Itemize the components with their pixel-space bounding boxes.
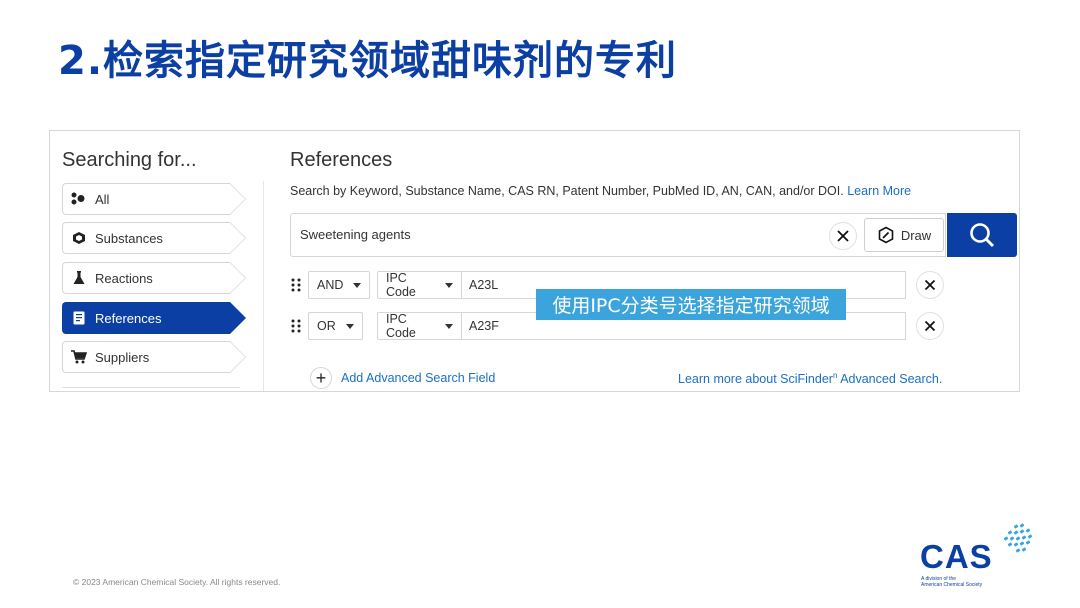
document-icon	[71, 310, 87, 326]
substance-icon	[71, 230, 87, 246]
sidebar-heading: Searching for...	[62, 149, 197, 171]
drag-handle-icon[interactable]	[290, 319, 302, 333]
operator-select[interactable]: OR	[308, 312, 363, 340]
sidebar-item-references[interactable]: References	[62, 302, 246, 334]
add-advanced-field-button[interactable]: + Add Advanced Search Field	[310, 367, 495, 389]
field-input-value: A23F	[469, 319, 499, 333]
sidebar-item-suppliers[interactable]: Suppliers	[62, 341, 246, 373]
annotation-callout: 使用IPC分类号选择指定研究领域	[536, 289, 846, 320]
caret-down-icon	[445, 282, 453, 288]
cas-logo-subtitle: A division of the American Chemical Soci…	[921, 576, 982, 588]
column-divider	[263, 181, 264, 391]
slide-title: 2.检索指定研究领域甜味剂的专利	[58, 38, 678, 84]
sidebar-item-all[interactable]: All	[62, 183, 246, 215]
close-icon	[924, 320, 936, 332]
caret-down-icon	[353, 282, 362, 288]
sidebar-item-label: Suppliers	[95, 349, 150, 365]
clear-search-button[interactable]	[829, 222, 857, 250]
sidebar-divider	[62, 387, 240, 388]
sidebar-item-label: Substances	[95, 230, 163, 246]
operator-select[interactable]: AND	[308, 271, 371, 299]
flask-icon	[71, 270, 87, 286]
sidebar-item-substances[interactable]: Substances	[62, 222, 246, 254]
sidebar-item-label: References	[95, 310, 162, 326]
learn-more-prefix: Learn more about SciFinder	[678, 372, 833, 387]
plus-icon: +	[310, 367, 332, 389]
search-panel: Searching for... All Substances Reaction…	[49, 130, 1020, 392]
drag-handle-icon[interactable]	[290, 278, 302, 292]
field-value: IPC Code	[386, 312, 416, 340]
field-value: IPC Code	[386, 271, 416, 299]
search-type-sidebar: Searching for... All Substances Reaction…	[62, 131, 264, 391]
field-input-value: A23L	[469, 278, 499, 292]
draw-label: Draw	[900, 227, 932, 243]
remove-row-button[interactable]	[916, 271, 944, 299]
field-select[interactable]: IPC Code	[377, 312, 462, 340]
all-icon	[71, 191, 87, 207]
operator-value: AND	[317, 278, 344, 292]
cas-logo: CAS A division of the American Chemical …	[920, 520, 1040, 592]
search-input[interactable]: Sweetening agents Draw	[290, 213, 946, 257]
search-input-value: Sweetening agents	[300, 227, 411, 242]
learn-more-suffix: Advanced Search.	[837, 372, 943, 387]
caret-down-icon	[345, 323, 354, 329]
cart-icon	[71, 349, 87, 365]
advanced-search-learn-more-link[interactable]: Learn more about SciFindern Advanced Sea…	[678, 371, 942, 386]
search-hint-text: Search by Keyword, Substance Name, CAS R…	[290, 184, 844, 198]
add-field-label: Add Advanced Search Field	[341, 371, 496, 385]
search-hint: Search by Keyword, Substance Name, CAS R…	[290, 184, 911, 198]
sidebar-item-reactions[interactable]: Reactions	[62, 262, 246, 294]
operator-value: OR	[317, 319, 336, 333]
draw-button[interactable]: Draw	[864, 218, 944, 252]
close-icon	[924, 279, 936, 291]
copyright-text: © 2023 American Chemical Society. All ri…	[73, 577, 281, 587]
cas-helix-icon	[1003, 523, 1033, 553]
search-icon	[970, 223, 995, 248]
search-button[interactable]	[947, 213, 1017, 257]
search-heading: References	[290, 149, 393, 171]
draw-hexagon-icon	[878, 226, 894, 244]
cas-sub-line2: American Chemical Society	[921, 582, 983, 588]
caret-down-icon	[445, 323, 453, 329]
close-icon	[837, 230, 849, 242]
remove-row-button[interactable]	[916, 312, 944, 340]
field-select[interactable]: IPC Code	[377, 271, 462, 299]
sidebar-item-label: All	[95, 191, 110, 207]
cas-logo-text: CAS	[920, 538, 993, 575]
sidebar-item-label: Reactions	[95, 270, 153, 286]
learn-more-link[interactable]: Learn More	[847, 184, 911, 198]
